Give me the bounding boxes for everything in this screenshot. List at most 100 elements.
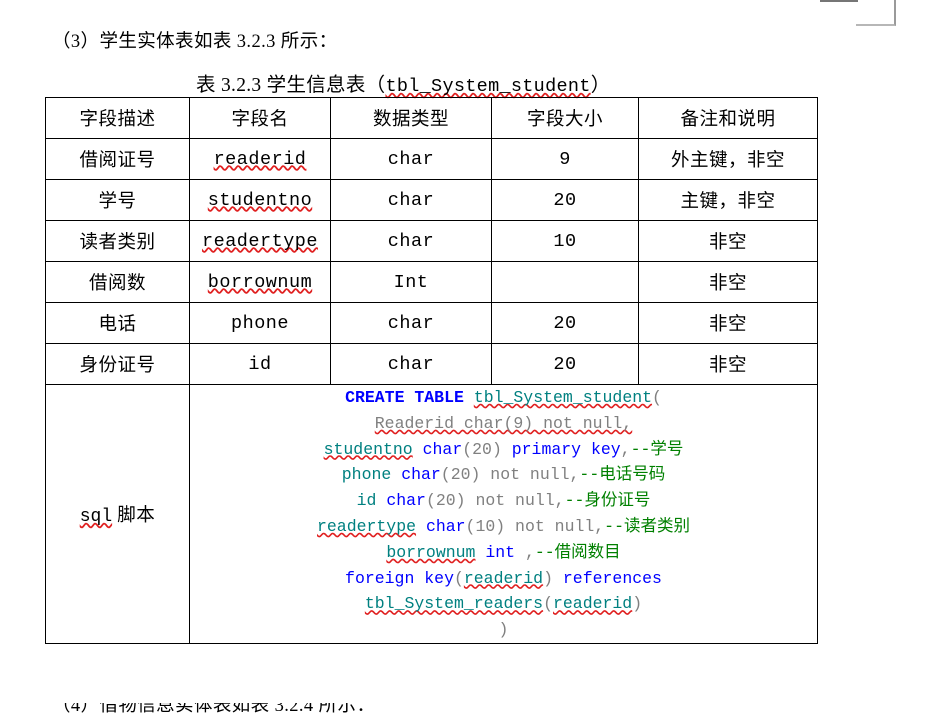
- sql-token: ): [543, 568, 563, 588]
- sql-token: --学号: [630, 439, 684, 459]
- sql-line: Readerid char(9) not null,: [190, 411, 817, 437]
- cell-size: 20: [491, 179, 639, 221]
- sql-line: readertype char(10) not null,--读者类别: [190, 514, 817, 540]
- page-margin-mark-top: [820, 0, 858, 2]
- sql-token: char: [425, 516, 466, 536]
- cell-type: char: [330, 343, 492, 385]
- sql-token: (20) not null,: [425, 491, 565, 511]
- page-margin-mark-corner: [856, 0, 896, 26]
- cell-desc: 身份证号: [45, 343, 190, 385]
- sql-line: tbl_System_readers(readerid): [190, 591, 817, 617]
- sql-token: CREATE TABLE: [345, 388, 474, 407]
- cell-note: 主键，非空: [638, 179, 818, 221]
- cell-field: borrownum: [189, 261, 331, 303]
- sql-token: (10) not null,: [465, 516, 605, 536]
- sql-token: int: [485, 542, 516, 562]
- table-row: 身份证号 id char 20 非空: [45, 343, 818, 385]
- sql-token: phone: [341, 465, 392, 485]
- table-caption-table-name: tbl_System_student: [385, 76, 591, 97]
- cell-field: phone: [189, 302, 331, 344]
- cell-note: 非空: [638, 343, 818, 385]
- cell-size: 20: [491, 302, 639, 344]
- sql-line: studentno char(20) primary key,--学号: [190, 437, 817, 463]
- sql-token: Readerid char(9) not null,: [374, 413, 633, 433]
- cell-type: char: [330, 179, 492, 221]
- sql-line: phone char(20) not null,--电话号码: [190, 462, 817, 488]
- column-header-size: 字段大小: [491, 97, 639, 139]
- cell-desc: 读者类别: [45, 220, 190, 262]
- sql-token: readerid: [553, 594, 633, 614]
- table-row: 借阅数 borrownum Int 非空: [45, 261, 818, 303]
- table-caption-suffix: ）: [590, 75, 611, 96]
- cell-size: 10: [491, 220, 639, 262]
- student-table-spec: 字段描述 字段名 数据类型 字段大小 备注和说明 借阅证号 readerid c…: [45, 97, 818, 644]
- sql-token: ): [632, 594, 643, 614]
- cell-field: readerid: [189, 138, 331, 180]
- next-paragraph-clipped: （4）借物信息实体表如表 3.2.4 所示：: [52, 703, 412, 715]
- column-header-field: 字段名: [189, 97, 331, 139]
- cell-type: Int: [330, 261, 492, 303]
- sql-token: (: [652, 388, 662, 407]
- sql-line: CREATE TABLE tbl_System_student(: [190, 385, 817, 411]
- next-paragraph-clipped-text: （4）借物信息实体表如表 3.2.4 所示：: [52, 703, 376, 715]
- sql-label-suffix: 脚本: [112, 505, 156, 526]
- cell-type: char: [330, 220, 492, 262]
- table-row: 读者类别 readertype char 10 非空: [45, 220, 818, 262]
- cell-note: 非空: [638, 220, 818, 262]
- column-header-type: 数据类型: [330, 97, 492, 139]
- sql-token: studentno: [323, 439, 413, 459]
- sql-token: foreign key: [345, 568, 454, 588]
- table-header-row: 字段描述 字段名 数据类型 字段大小 备注和说明: [45, 97, 818, 139]
- cell-sql-script-label: sql 脚本: [45, 384, 190, 644]
- cell-field: id: [189, 343, 331, 385]
- intro-paragraph: （3）学生实体表如表 3.2.3 所示：: [52, 32, 338, 52]
- sql-token: references: [562, 568, 662, 588]
- sql-line: id char(20) not null,--身份证号: [190, 488, 817, 514]
- sql-token: id: [356, 491, 377, 511]
- sql-token: (20) not null,: [440, 465, 580, 485]
- cell-size: 9: [491, 138, 639, 180]
- sql-token: tbl_System_readers: [364, 594, 544, 614]
- cell-desc: 电话: [45, 302, 190, 344]
- sql-token: --读者类别: [604, 516, 690, 536]
- sql-token: (: [453, 568, 464, 588]
- sql-code-block: CREATE TABLE tbl_System_student(Readerid…: [190, 385, 817, 643]
- sql-token: (: [543, 594, 553, 614]
- cell-field: studentno: [189, 179, 331, 221]
- cell-size: [491, 261, 639, 303]
- sql-token: --借阅数目: [534, 542, 621, 562]
- table-row: 学号 studentno char 20 主键，非空: [45, 179, 818, 221]
- table-row-sql-script: sql 脚本 CREATE TABLE tbl_System_student(R…: [45, 384, 818, 644]
- cell-sql-script-code: CREATE TABLE tbl_System_student(Readerid…: [189, 384, 818, 644]
- cell-desc: 借阅证号: [45, 138, 190, 180]
- cell-size: 20: [491, 343, 639, 385]
- sql-token: --电话号码: [579, 465, 666, 485]
- sql-token: --身份证号: [564, 491, 651, 511]
- sql-token: primary key: [511, 439, 621, 459]
- sql-token: (20): [462, 439, 512, 459]
- sql-token: readerid: [463, 568, 544, 588]
- sql-token: char: [422, 439, 463, 459]
- table-caption-prefix: 表 3.2.3 学生信息表（: [196, 75, 386, 96]
- sql-line: ): [190, 617, 817, 643]
- cell-desc: 借阅数: [45, 261, 190, 303]
- cell-note: 非空: [638, 261, 818, 303]
- table-caption: 表 3.2.3 学生信息表（tbl_System_student）: [196, 68, 611, 97]
- cell-desc: 学号: [45, 179, 190, 221]
- sql-token: borrownum: [386, 542, 476, 562]
- cell-note: 外主键，非空: [638, 138, 818, 180]
- sql-label-prefix: sql: [79, 506, 113, 527]
- sql-line: foreign key(readerid) references: [190, 566, 817, 592]
- sql-token: tbl_System_student: [473, 388, 653, 407]
- sql-token: readertype: [317, 516, 417, 536]
- table-body: 字段描述 字段名 数据类型 字段大小 备注和说明 借阅证号 readerid c…: [45, 97, 818, 644]
- sql-token: ): [498, 620, 509, 640]
- cell-field: readertype: [189, 220, 331, 262]
- sql-token: ,: [620, 439, 631, 459]
- column-header-desc: 字段描述: [45, 97, 190, 139]
- column-header-note: 备注和说明: [638, 97, 818, 139]
